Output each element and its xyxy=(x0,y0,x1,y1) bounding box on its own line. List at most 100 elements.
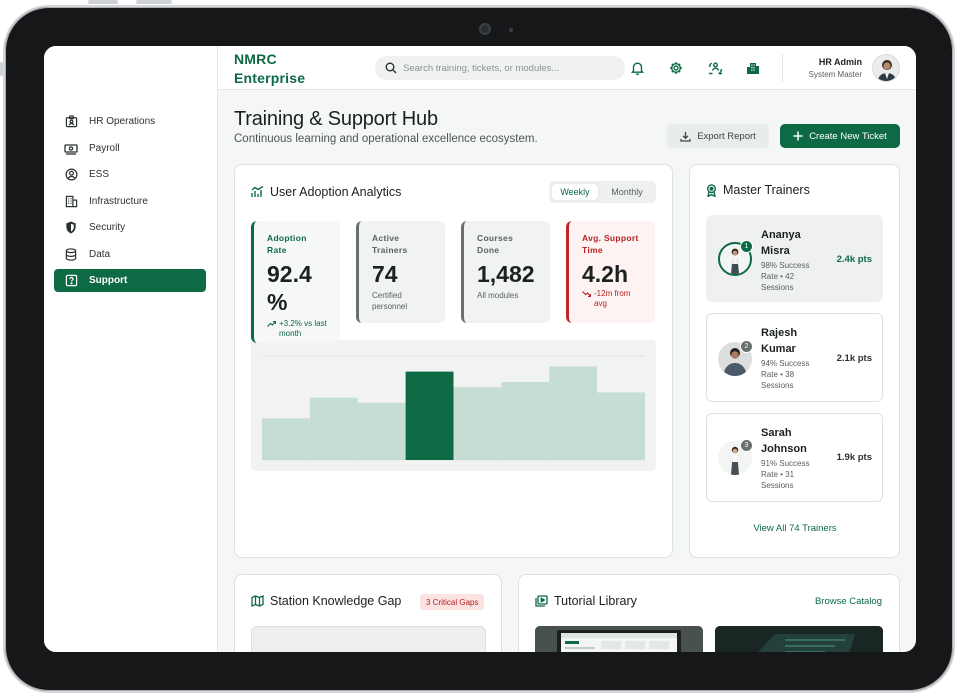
stat-value: 92.4% xyxy=(267,260,340,316)
chart-bar[interactable] xyxy=(501,382,550,460)
stat-active-trainers: Active Trainers 74 Certified personnel xyxy=(356,221,445,323)
sync-user-icon[interactable] xyxy=(707,60,723,76)
bell-icon[interactable] xyxy=(629,60,645,76)
chart-bar[interactable] xyxy=(549,366,598,460)
period-toggle: Weekly Monthly xyxy=(549,181,656,203)
master-trainers-card: Master Trainers 1 Ananya Misra 98% Succes… xyxy=(689,164,900,558)
chart-bar[interactable] xyxy=(309,397,358,460)
stat-trend: -12m from avg xyxy=(582,289,655,309)
database-icon xyxy=(64,248,78,262)
brand-logo[interactable]: NMRC Enterprise xyxy=(234,50,305,88)
stat-label: Adoption Rate xyxy=(267,232,340,256)
trend-text: -12m from xyxy=(594,289,631,298)
chart-bar[interactable] xyxy=(262,418,310,460)
trainer-name-line: Misra xyxy=(761,245,790,257)
trainer-stat-line: Sessions xyxy=(761,381,794,390)
view-all-trainers-link[interactable]: View All 74 Trainers xyxy=(690,523,900,534)
tutorial-thumbnail[interactable] xyxy=(715,626,883,652)
help-icon xyxy=(64,274,78,288)
create-ticket-button[interactable]: Create New Ticket xyxy=(780,124,900,148)
stat-note-line: Certified xyxy=(372,291,402,300)
stat-note: All modules xyxy=(477,291,519,300)
chart-bar[interactable] xyxy=(405,371,454,460)
sidebar-item-ess[interactable]: ESS xyxy=(54,163,206,186)
trainer-name: Sarah Johnson xyxy=(761,425,807,457)
stat-label: Active Trainers xyxy=(372,232,445,256)
trainer-name: Ananya Misra xyxy=(761,227,801,259)
card-title: Tutorial Library xyxy=(535,594,637,608)
plus-icon xyxy=(793,131,803,141)
award-icon xyxy=(706,183,717,197)
cash-icon xyxy=(64,142,78,156)
stat-label-line: Done xyxy=(477,245,500,255)
trainer-stat-line: 98% Success xyxy=(761,261,810,270)
critical-gaps-badge: 3 Critical Gaps xyxy=(420,594,485,610)
sidebar-item-payroll[interactable]: Payroll xyxy=(54,137,206,160)
sidebar-item-support[interactable]: Support xyxy=(54,269,206,292)
chart-bar[interactable] xyxy=(453,387,502,460)
knowledge-gap-card: Station Knowledge Gap 3 Critical Gaps xyxy=(234,574,502,652)
trainer-stat-line: Sessions xyxy=(761,481,794,490)
monthly-tab[interactable]: Monthly xyxy=(601,184,653,200)
stat-label-line: Avg. Support xyxy=(582,233,639,243)
analytics-title: User Adoption Analytics xyxy=(270,185,402,199)
chart-icon xyxy=(251,186,264,198)
user-name: HR Admin xyxy=(818,57,862,67)
trainer-stat-line: Sessions xyxy=(761,283,794,292)
camera xyxy=(479,23,491,35)
trainer-card[interactable]: 1 Ananya Misra 98% Success Rate • 42 Sessio… xyxy=(706,215,883,302)
trend-down-icon xyxy=(582,291,591,297)
sidebar-item-security[interactable]: Security xyxy=(54,216,206,239)
trainer-points: 2.4k pts xyxy=(836,254,872,265)
gear-icon[interactable] xyxy=(668,60,684,76)
building-icon[interactable] xyxy=(745,60,761,76)
sensor xyxy=(509,28,513,32)
card-title: Station Knowledge Gap xyxy=(251,594,401,608)
gap-map-placeholder xyxy=(251,626,486,652)
trainer-stat-line: 94% Success xyxy=(761,359,810,368)
stat-label-line: Courses xyxy=(477,233,514,243)
browse-catalog-link[interactable]: Browse Catalog xyxy=(815,596,882,607)
trainer-name-line: Ananya xyxy=(761,229,801,241)
avatar[interactable] xyxy=(872,54,900,82)
page-subtitle: Continuous learning and operational exce… xyxy=(234,133,538,145)
trainer-card[interactable]: 3 Sarah Johnson 91% Success Rate • 31 Sessi… xyxy=(706,413,883,502)
laptop-screen-graphic xyxy=(535,626,703,652)
search-input[interactable]: Search training, tickets, or modules... xyxy=(375,56,625,80)
download-icon xyxy=(680,131,691,142)
sidebar-item-label: Payroll xyxy=(89,143,120,154)
trainer-name-line: Johnson xyxy=(761,443,807,455)
tutorial-thumbnail[interactable] xyxy=(535,626,703,652)
sidebar-item-label: Data xyxy=(89,249,111,260)
screen: HR Operations Payroll ESS Infrastructure… xyxy=(44,46,916,652)
sidebar-item-infrastructure[interactable]: Infrastructure xyxy=(54,190,206,213)
stat-label: Avg. Support Time xyxy=(582,232,655,256)
rank-badge: 3 xyxy=(740,439,753,452)
trend-text: +3.2% vs last xyxy=(279,319,327,328)
chart-bar[interactable] xyxy=(597,392,645,460)
trainer-stat-line: 91% Success xyxy=(761,459,810,468)
trainer-points: 2.1k pts xyxy=(836,353,872,364)
trainer-stat-line: Rate • 42 xyxy=(761,272,795,281)
sidebar-item-label: Support xyxy=(89,275,128,286)
card-title: Master Trainers xyxy=(706,183,810,197)
trend-up-icon xyxy=(267,321,276,327)
sidebar-item-hr-operations[interactable]: HR Operations xyxy=(54,110,206,133)
trainer-stat-line: Rate • 38 xyxy=(761,370,795,379)
weekly-tab[interactable]: Weekly xyxy=(552,184,598,200)
stat-note: Certified personnel xyxy=(372,290,445,312)
sidebar-item-label: ESS xyxy=(89,169,110,180)
chart-bar[interactable] xyxy=(357,402,406,460)
brand-line-2: Enterprise xyxy=(234,70,306,86)
hardware-button xyxy=(88,0,118,4)
trainer-stats: 94% Success Rate • 38 Sessions xyxy=(761,358,823,391)
stat-adoption-rate: Adoption Rate 92.4% +3.2% vs last month xyxy=(251,221,340,343)
export-report-button[interactable]: Export Report xyxy=(667,124,769,148)
stat-value-line: 92.4 xyxy=(267,261,312,287)
stat-value: 4.2h xyxy=(582,261,629,287)
map-icon xyxy=(251,595,264,607)
stat-courses-done: Courses Done 1,482 All modules xyxy=(461,221,550,323)
sidebar-item-data[interactable]: Data xyxy=(54,243,206,266)
trainer-card[interactable]: 2 Rajesh Kumar 94% Success Rate • 38 Sessio… xyxy=(706,313,883,402)
trainer-name-line: Kumar xyxy=(761,343,796,355)
